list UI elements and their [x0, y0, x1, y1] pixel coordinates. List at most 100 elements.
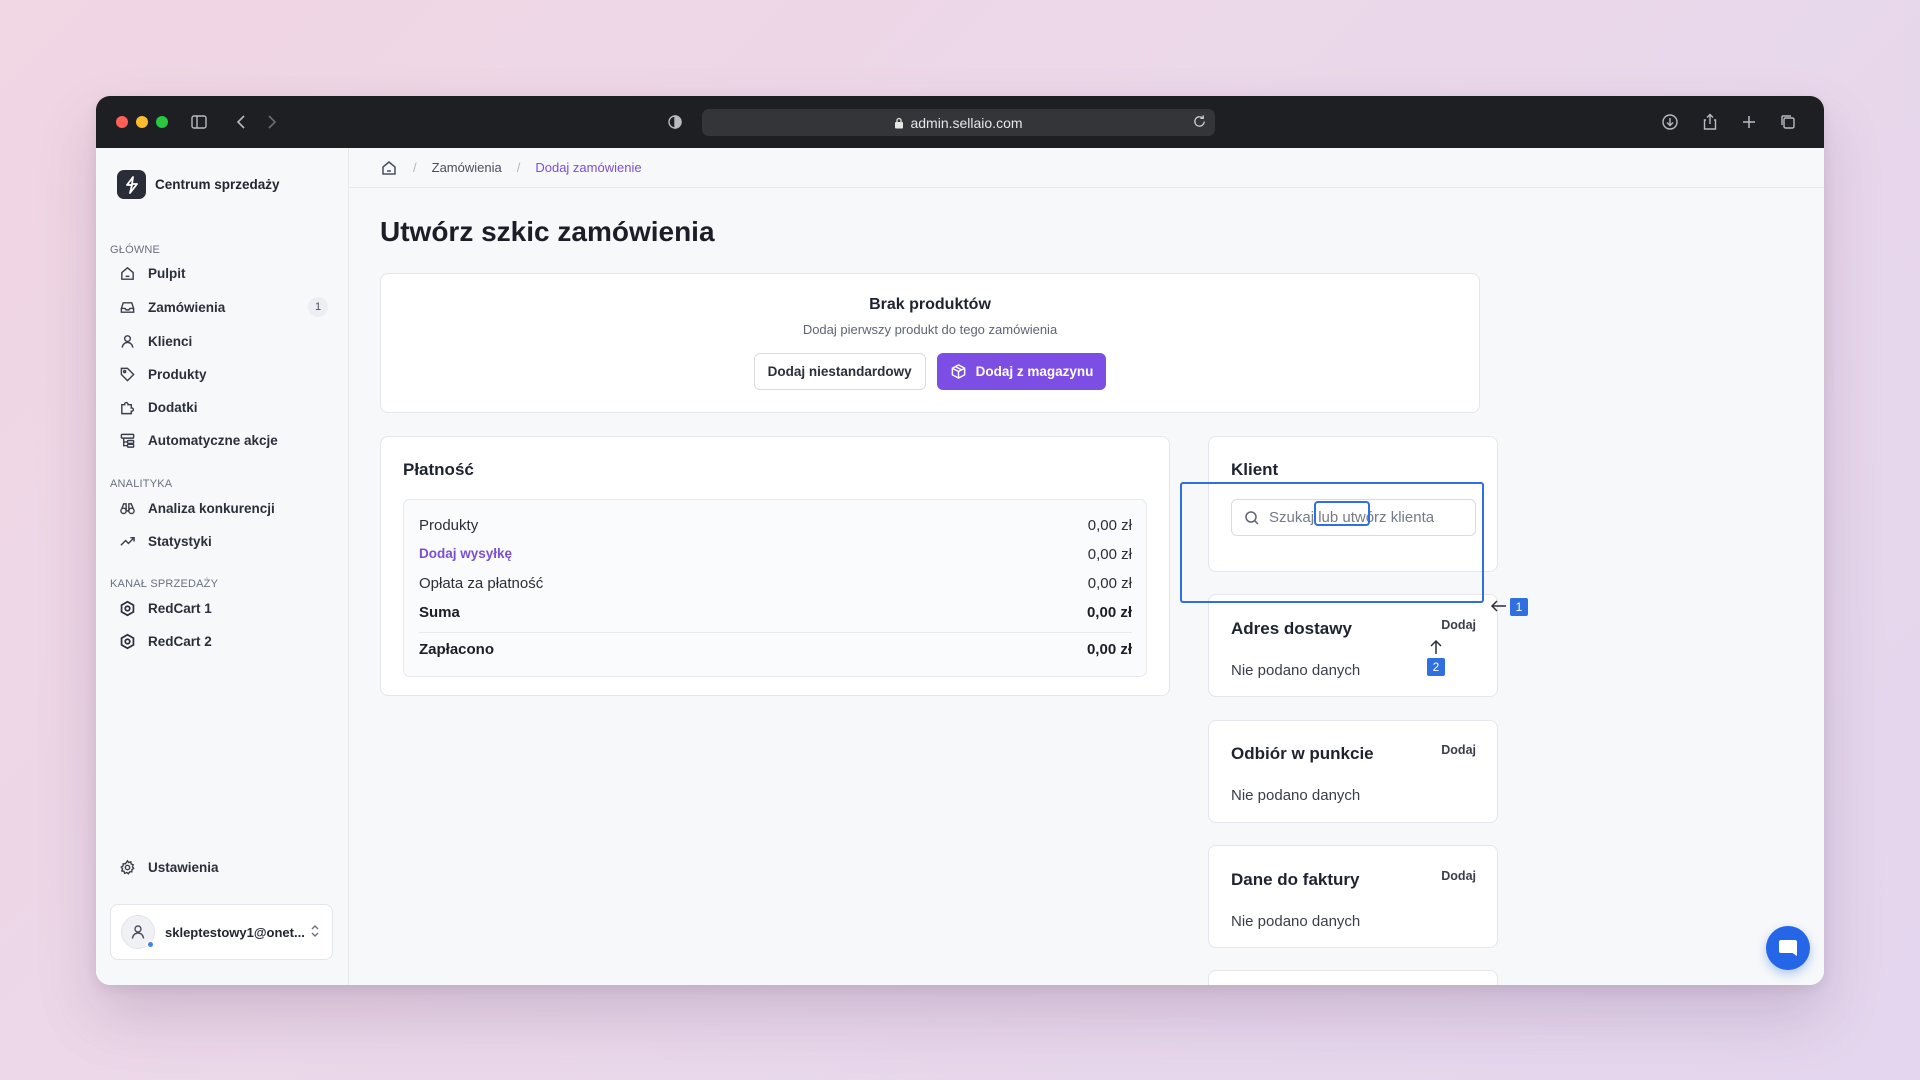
add-invoice-data-button[interactable]: Dodaj	[1441, 869, 1476, 883]
main-content: / Zamówienia / Dodaj zamówienie Utwórz s…	[350, 148, 1824, 985]
sidebar-item-label: RedCart 1	[148, 600, 212, 616]
user-account-switcher[interactable]: skleptestowy1@onet...	[110, 904, 333, 960]
breadcrumb-item-current: Dodaj zamówienie	[535, 160, 642, 175]
payment-row-value: 0,00 zł	[1087, 517, 1132, 534]
section-label-analytics: ANALITYKA	[110, 478, 173, 490]
pickup-point-title: Odbiór w punkcie	[1231, 744, 1374, 763]
sidebar: Centrum sprzedaży GŁÓWNE Pulpit Zamówien…	[96, 148, 349, 985]
sidebar-item-label: RedCart 2	[148, 633, 212, 649]
payment-row-label: Suma	[419, 604, 460, 621]
shipping-address-title: Adres dostawy	[1231, 619, 1352, 638]
back-icon[interactable]	[230, 110, 254, 134]
divider	[419, 632, 1132, 633]
privacy-shield-icon[interactable]	[663, 110, 687, 134]
arrow-up-icon	[1429, 639, 1443, 660]
trending-icon	[118, 532, 136, 550]
sidebar-item-label: Pulpit	[148, 265, 186, 281]
add-custom-product-button[interactable]: Dodaj niestandardowy	[753, 353, 926, 390]
payment-row-fee: Opłata za płatność 0,00 zł	[419, 575, 1132, 592]
sidebar-toggle-icon[interactable]	[187, 110, 211, 134]
pickup-point-empty: Nie podano danych	[1231, 787, 1361, 804]
address-bar[interactable]: admin.sellaio.com	[702, 109, 1215, 136]
share-icon[interactable]	[1698, 110, 1722, 134]
payment-row-label: Opłata za płatność	[419, 575, 544, 592]
minimize-window-button[interactable]	[136, 116, 148, 128]
customer-title: Klient	[1231, 460, 1279, 479]
annotation-badge-2: 2	[1427, 658, 1445, 676]
close-window-button[interactable]	[116, 116, 128, 128]
chat-icon	[1777, 937, 1799, 959]
next-card-partial	[1208, 970, 1498, 985]
sidebar-item-automatyczne-akcje[interactable]: Automatyczne akcje	[118, 426, 328, 454]
empty-products-title: Brak produktów	[869, 296, 991, 313]
reload-icon[interactable]	[1192, 114, 1207, 129]
add-from-warehouse-button[interactable]: Dodaj z magazynu	[936, 353, 1107, 390]
sidebar-item-pulpit[interactable]: Pulpit	[118, 259, 328, 287]
sidebar-item-label: Zamówienia	[148, 299, 226, 315]
downloads-icon[interactable]	[1658, 110, 1682, 134]
chevron-up-down-icon	[310, 923, 320, 944]
lock-icon	[894, 117, 904, 129]
sidebar-item-redcart-1[interactable]: RedCart 1	[118, 594, 328, 622]
package-icon	[950, 363, 967, 380]
sidebar-item-ustawienia[interactable]: Ustawienia	[118, 853, 328, 881]
home-icon	[118, 264, 136, 282]
payment-row-label: Zapłacono	[419, 641, 495, 658]
chat-support-button[interactable]	[1766, 926, 1810, 970]
payment-row-value: 0,00 zł	[1086, 604, 1132, 621]
payment-row-value: 0,00 zł	[1086, 641, 1132, 658]
brand[interactable]: Centrum sprzedaży	[117, 170, 280, 199]
user-icon	[118, 332, 136, 350]
sidebar-item-label: Dodatki	[148, 399, 198, 415]
store-icon	[118, 599, 136, 617]
shipping-address-card: Adres dostawy Dodaj Nie podano danych	[1208, 594, 1498, 697]
payment-summary: Produkty 0,00 zł Dodaj wysyłkę 0,00 zł O…	[403, 499, 1147, 677]
puzzle-icon	[118, 398, 136, 416]
home-icon[interactable]	[380, 159, 398, 177]
payment-row-shipping: Dodaj wysyłkę 0,00 zł	[419, 546, 1132, 563]
sidebar-item-zamowienia[interactable]: Zamówienia 1	[118, 293, 328, 321]
sidebar-item-dodatki[interactable]: Dodatki	[118, 393, 328, 421]
invoice-data-card: Dane do faktury Dodaj Nie podano danych	[1208, 845, 1498, 948]
products-card: Brak produktów Dodaj pierwszy produkt do…	[380, 273, 1480, 413]
user-avatar-icon	[131, 925, 145, 939]
sidebar-item-statystyki[interactable]: Statystyki	[118, 527, 328, 555]
sidebar-item-label: Analiza konkurencji	[148, 500, 275, 516]
sidebar-item-analiza-konkurencji[interactable]: Analiza konkurencji	[118, 494, 328, 522]
arrow-left-icon	[1490, 599, 1508, 618]
tab-overview-icon[interactable]	[1776, 110, 1800, 134]
breadcrumb: / Zamówienia / Dodaj zamówienie	[350, 148, 1824, 188]
avatar	[121, 915, 155, 949]
orders-count-badge: 1	[308, 297, 328, 317]
browser-window: admin.sellaio.com Centrum sprzedaży GŁÓW…	[96, 96, 1824, 985]
add-from-warehouse-label: Dodaj z magazynu	[975, 364, 1094, 379]
sidebar-item-klienci[interactable]: Klienci	[118, 327, 328, 355]
sidebar-item-label: Automatyczne akcje	[148, 432, 278, 448]
breadcrumb-item-zamowienia[interactable]: Zamówienia	[432, 160, 502, 175]
section-label-main: GŁÓWNE	[110, 244, 161, 256]
add-shipping-link[interactable]: Dodaj wysyłkę	[419, 546, 512, 563]
annotation-badge-1: 1	[1510, 598, 1528, 616]
sidebar-item-label: Produkty	[148, 366, 207, 382]
sidebar-item-redcart-2[interactable]: RedCart 2	[118, 627, 328, 655]
payment-row-label: Produkty	[419, 517, 479, 534]
forward-icon[interactable]	[259, 110, 283, 134]
add-shipping-address-button[interactable]: Dodaj	[1441, 618, 1476, 632]
online-status-dot	[146, 940, 155, 949]
browser-toolbar: admin.sellaio.com	[96, 96, 1824, 148]
pickup-point-card: Odbiór w punkcie Dodaj Nie podano danych	[1208, 720, 1498, 823]
sidebar-item-produkty[interactable]: Produkty	[118, 360, 328, 388]
payment-row-value: 0,00 zł	[1087, 546, 1132, 563]
inbox-icon	[118, 298, 136, 316]
new-tab-icon[interactable]	[1737, 110, 1761, 134]
shipping-address-empty: Nie podano danych	[1231, 662, 1361, 679]
page-title: Utwórz szkic zamówienia	[380, 216, 715, 247]
payment-card: Płatność Produkty 0,00 zł Dodaj wysyłkę …	[380, 436, 1170, 696]
payment-row-total: Suma 0,00 zł	[419, 604, 1132, 621]
brand-name: Centrum sprzedaży	[155, 177, 280, 192]
add-pickup-point-button[interactable]: Dodaj	[1441, 743, 1476, 757]
invoice-data-empty: Nie podano danych	[1231, 913, 1361, 930]
url-text: admin.sellaio.com	[910, 114, 1023, 131]
zoom-window-button[interactable]	[156, 116, 168, 128]
sidebar-item-label: Statystyki	[148, 533, 212, 549]
